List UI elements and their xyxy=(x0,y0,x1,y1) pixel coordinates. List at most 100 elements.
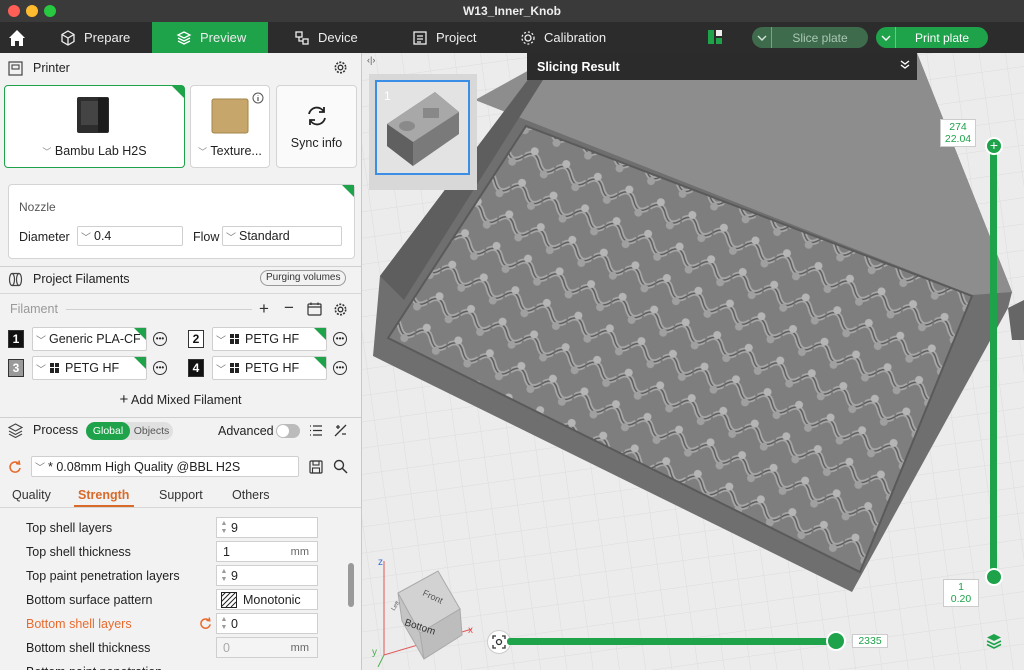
move-slider-track[interactable] xyxy=(507,638,837,645)
plate-type-label: ﹀ Texture... xyxy=(198,144,262,158)
plus-icon: + xyxy=(119,391,129,408)
tab-device-label: Device xyxy=(318,30,358,45)
filament-number-badge[interactable]: 2 xyxy=(188,330,204,348)
tab-calibration[interactable]: Calibration xyxy=(510,22,630,53)
chevron-down-icon: ﹀ xyxy=(216,335,226,347)
stepper-arrows-icon[interactable]: ▲ ▼ xyxy=(217,566,231,585)
layer-slider-track[interactable] xyxy=(990,146,997,578)
stepper-arrows-icon[interactable]: ▲ ▼ xyxy=(217,614,231,633)
move-slider-handle[interactable] xyxy=(826,631,846,651)
expand-chevron-icon[interactable] xyxy=(899,59,911,71)
filament-name: PETG HF xyxy=(245,332,300,346)
setting-unit: mm xyxy=(290,641,309,654)
device-icon xyxy=(295,30,309,45)
remove-filament-button[interactable]: − xyxy=(284,298,294,318)
scrollbar-thumb[interactable] xyxy=(348,563,354,607)
filament-select[interactable]: ﹀ PETG HF xyxy=(212,356,327,380)
print-plate-button[interactable]: Print plate xyxy=(876,27,988,48)
printer-thumbnail-icon xyxy=(77,97,109,133)
tab-quality[interactable]: Quality xyxy=(12,488,51,502)
window-title: W13_Inner_Knob xyxy=(462,4,561,18)
tab-prepare[interactable]: Prepare xyxy=(50,22,150,53)
filament-select[interactable]: ﹀ PETG HF xyxy=(212,327,327,351)
filament-more-options-icon[interactable]: ••• xyxy=(153,332,167,346)
collapse-panel-icon[interactable]: ‹|› xyxy=(367,55,385,69)
tab-device[interactable]: Device xyxy=(284,22,384,53)
printer-icon xyxy=(8,61,23,76)
filament-more-options-icon[interactable]: ••• xyxy=(153,361,167,375)
filament-number-badge[interactable]: 1 xyxy=(8,330,24,348)
filament-number-badge[interactable]: 4 xyxy=(188,359,204,377)
top-layer-handle[interactable]: + xyxy=(985,137,1003,155)
printer-settings-gear-icon[interactable] xyxy=(333,60,348,75)
filament-sync-icon[interactable] xyxy=(307,302,322,316)
reset-value-icon[interactable] xyxy=(199,617,212,630)
setting-label: Bottom shell layers xyxy=(26,617,132,631)
filament-select[interactable]: ﹀ Generic PLA-CF xyxy=(32,327,147,351)
objects-toggle[interactable]: Objects xyxy=(130,422,173,440)
home-icon[interactable] xyxy=(6,27,28,49)
view-cube[interactable]: Front Bottom Left z x y xyxy=(368,555,480,667)
filament-more-options-icon[interactable]: ••• xyxy=(333,332,347,346)
settings-panel: Printer ﹀ Bambu Lab H2S ﹀ Texture... Syn… xyxy=(0,53,362,670)
setting-input[interactable]: ▲ ▼ 9 xyxy=(216,565,318,586)
filament-number-badge[interactable]: 3 xyxy=(8,359,24,377)
setting-input[interactable]: ▲ ▼ 9 xyxy=(216,517,318,538)
print-dropdown-chevron-icon[interactable] xyxy=(876,27,896,48)
tab-project[interactable]: Project xyxy=(402,22,502,53)
setting-input[interactable]: Monotonic xyxy=(216,589,318,610)
sync-info-button[interactable]: Sync info xyxy=(276,85,357,168)
filament-select[interactable]: ﹀ PETG HF xyxy=(32,356,147,380)
setting-value: 9 xyxy=(231,568,238,583)
flow-label: Flow xyxy=(193,230,220,244)
tab-support[interactable]: Support xyxy=(159,488,203,502)
advanced-toggle[interactable] xyxy=(276,424,300,438)
filament-name: PETG HF xyxy=(245,361,300,375)
nozzle-card: Nozzle Diameter ﹀ 0.4 Flow ﹀ Standard xyxy=(8,184,355,259)
cube-icon xyxy=(61,29,75,46)
plate-type-card[interactable]: ﹀ Texture... xyxy=(190,85,270,168)
slicing-result-panel[interactable]: Slicing Result xyxy=(527,53,917,80)
purging-volumes-button[interactable]: Purging volumes xyxy=(260,270,347,286)
filament-name: PETG HF xyxy=(65,361,120,375)
layout-toggle-icon[interactable] xyxy=(708,30,722,44)
stepper-arrows-icon[interactable]: ▲ ▼ xyxy=(217,518,231,537)
setting-value: Monotonic xyxy=(243,592,301,607)
bottom-layer-readout: 1 0.20 xyxy=(943,579,979,607)
settings-scrollbar[interactable] xyxy=(347,513,355,670)
tab-strength[interactable]: Strength xyxy=(78,488,129,502)
process-section-header: Process xyxy=(0,417,361,443)
info-icon[interactable] xyxy=(252,92,264,104)
filament-more-options-icon[interactable]: ••• xyxy=(333,361,347,375)
printer-section-header: Printer xyxy=(0,55,361,81)
printer-card[interactable]: ﹀ Bambu Lab H2S xyxy=(4,85,185,168)
bottom-layer-handle[interactable] xyxy=(985,568,1003,586)
printer-name: ﹀ Bambu Lab H2S xyxy=(42,144,147,158)
search-icon[interactable] xyxy=(333,459,348,474)
layers-view-icon[interactable] xyxy=(986,633,1002,649)
global-toggle[interactable]: Global xyxy=(86,422,130,440)
divider xyxy=(0,293,361,294)
setting-input: 0 mm xyxy=(216,637,318,658)
reset-preset-icon[interactable] xyxy=(8,460,22,474)
slice-plate-button[interactable]: Slice plate xyxy=(752,27,868,48)
process-layers-icon xyxy=(8,423,23,438)
list-icon[interactable] xyxy=(309,424,323,437)
global-objects-switch[interactable]: Global Objects xyxy=(86,422,173,440)
setting-label: Bottom paint penetration xyxy=(26,665,162,670)
add-filament-button[interactable]: + xyxy=(259,299,269,319)
diameter-select[interactable]: ﹀ 0.4 xyxy=(77,226,183,246)
setting-input[interactable]: ▲ ▼ 0 xyxy=(216,613,318,634)
save-preset-icon[interactable] xyxy=(309,460,323,474)
add-mixed-filament-button[interactable]: + Add Mixed Filament xyxy=(8,389,353,411)
compare-icon[interactable] xyxy=(333,423,348,438)
slice-dropdown-chevron-icon[interactable] xyxy=(752,27,772,48)
filament-settings-gear-icon[interactable] xyxy=(333,302,348,317)
flow-select[interactable]: ﹀ Standard xyxy=(222,226,342,246)
tab-others[interactable]: Others xyxy=(232,488,270,502)
chevron-down-icon: ﹀ xyxy=(81,232,91,244)
sync-info-label: Sync info xyxy=(290,136,343,150)
tab-preview[interactable]: Preview xyxy=(152,22,268,53)
process-preset-select[interactable]: ﹀ * 0.08mm High Quality @BBL H2S xyxy=(31,456,299,477)
setting-input[interactable]: 1 mm xyxy=(216,541,318,562)
